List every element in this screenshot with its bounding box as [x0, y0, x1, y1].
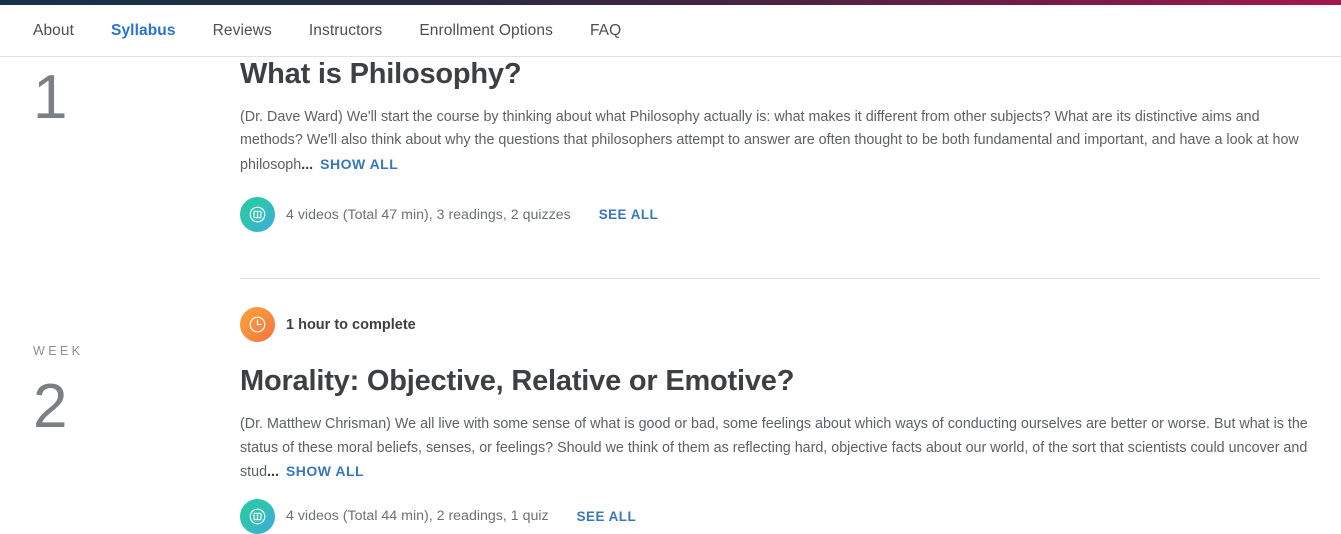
- tab-instructors[interactable]: Instructors: [309, 22, 382, 40]
- week-description-2: (Dr. Matthew Chrisman) We all live with …: [240, 413, 1315, 485]
- module-book-icon: [240, 498, 275, 534]
- tab-enrollment-options[interactable]: Enrollment Options: [419, 22, 553, 40]
- content-summary-2: 4 videos (Total 44 min), 2 readings, 1 q…: [286, 508, 549, 525]
- tab-faq[interactable]: FAQ: [590, 22, 621, 40]
- week-divider: [240, 278, 1320, 280]
- week-title-1: What is Philosophy?: [240, 58, 522, 90]
- week-duration-row-2: 1 hour to complete: [240, 307, 1320, 343]
- week-description-2-text: (Dr. Matthew Chrisman) We all live with …: [240, 416, 1308, 481]
- nav-list: About Syllabus Reviews Instructors Enrol…: [33, 22, 621, 40]
- week-rail: 1 WEEK 2: [0, 57, 240, 534]
- week-description-1-text: (Dr. Dave Ward) We'll start the course b…: [240, 108, 1299, 173]
- tab-reviews[interactable]: Reviews: [213, 22, 272, 40]
- week-content-summary-row-2: 4 videos (Total 44 min), 2 readings, 1 q…: [240, 498, 1320, 534]
- module-book-icon: [240, 197, 275, 233]
- course-nav: About Syllabus Reviews Instructors Enrol…: [0, 5, 1341, 57]
- week-description-2-ellipsis: ...: [267, 464, 279, 481]
- week-content-summary-row-1: 4 videos (Total 47 min), 3 readings, 2 q…: [240, 197, 1320, 233]
- week-number-2: 2: [33, 371, 68, 441]
- show-all-link-1[interactable]: SHOW ALL: [320, 156, 398, 172]
- week-block-2: 1 hour to complete Morality: Objective, …: [240, 307, 1320, 534]
- tab-about[interactable]: About: [33, 22, 74, 40]
- week-label-2: WEEK: [33, 344, 84, 358]
- syllabus-page: 1 WEEK 2 What is Philosophy? (Dr. Dave W…: [0, 57, 1341, 534]
- week-description-1-ellipsis: ...: [301, 156, 314, 173]
- see-all-link-1[interactable]: SEE ALL: [599, 207, 659, 222]
- clock-icon: [240, 307, 275, 343]
- week-marker-1: 1: [0, 65, 240, 130]
- week-duration-2: 1 hour to complete: [286, 316, 416, 333]
- week-title-2: Morality: Objective, Relative or Emotive…: [240, 365, 795, 398]
- week-list: What is Philosophy? (Dr. Dave Ward) We'l…: [240, 57, 1341, 534]
- show-all-link-2[interactable]: SHOW ALL: [286, 463, 364, 479]
- week-number-1: 1: [33, 63, 68, 132]
- see-all-link-2[interactable]: SEE ALL: [577, 509, 637, 524]
- week-marker-2: WEEK 2: [0, 345, 240, 439]
- week-description-1: (Dr. Dave Ward) We'll start the course b…: [240, 106, 1315, 178]
- content-summary-1: 4 videos (Total 47 min), 3 readings, 2 q…: [286, 206, 571, 223]
- week-block-1: What is Philosophy? (Dr. Dave Ward) We'l…: [240, 57, 1320, 280]
- tab-syllabus[interactable]: Syllabus: [111, 22, 176, 40]
